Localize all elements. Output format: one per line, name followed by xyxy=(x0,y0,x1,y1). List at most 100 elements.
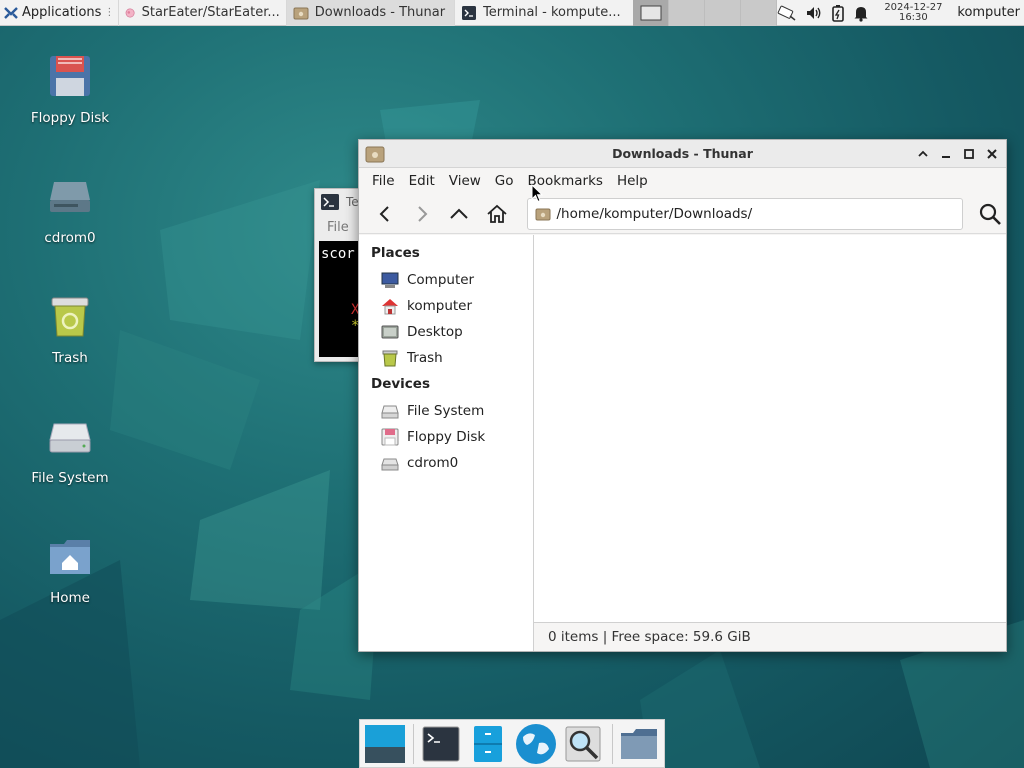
task-thunar[interactable]: Downloads - Thunar xyxy=(285,0,455,26)
folder-icon xyxy=(535,208,550,220)
user-menu[interactable]: komputer xyxy=(957,5,1020,20)
clock[interactable]: 2024-12-27 16:30 xyxy=(877,2,949,23)
status-bar: 0 items | Free space: 59.6 GiB xyxy=(534,622,1006,651)
forward-button[interactable] xyxy=(408,200,435,228)
sidebar-item-label: Trash xyxy=(407,350,443,366)
sidebar-item-trash[interactable]: Trash xyxy=(359,345,533,371)
sidebar-item-label: cdrom0 xyxy=(407,455,459,471)
hard-drive-icon xyxy=(381,405,399,419)
search-icon xyxy=(980,203,1002,225)
back-button[interactable] xyxy=(371,200,398,228)
home-button[interactable] xyxy=(483,200,510,228)
notification-bell-icon[interactable] xyxy=(853,4,869,22)
arrow-left-icon xyxy=(379,205,389,222)
sidebar-item-label: Desktop xyxy=(407,324,463,340)
dock-file-manager-launcher[interactable] xyxy=(466,721,511,767)
desktop-icon xyxy=(381,325,399,339)
folder-icon xyxy=(293,7,309,19)
desktop-icon-trash[interactable]: Trash xyxy=(22,292,118,366)
toolbar: /home/komputer/Downloads/ xyxy=(359,194,1006,234)
workspace-2[interactable] xyxy=(669,0,706,26)
desktop-icon-floppy-disk[interactable]: Floppy Disk xyxy=(22,52,118,126)
sidebar-item-computer[interactable]: Computer xyxy=(359,267,533,293)
floppy-disk-icon xyxy=(381,428,399,446)
arrow-right-icon xyxy=(418,205,428,222)
sidebar-item-label: komputer xyxy=(407,298,473,314)
sidebar-item-label: Computer xyxy=(407,272,475,288)
window-shade-button[interactable] xyxy=(914,145,931,162)
hard-drive-icon xyxy=(49,423,91,453)
task-label: StarEater/StarEater... xyxy=(141,5,280,20)
volume-icon[interactable] xyxy=(805,5,823,21)
applications-label: Applications xyxy=(22,5,102,20)
side-pane: Places Computer komputer Desktop Trash D… xyxy=(359,235,534,651)
close-button[interactable] xyxy=(983,145,1000,162)
folder-icon xyxy=(365,146,385,162)
task-label: Terminal - kompute... xyxy=(483,5,621,20)
menu-view[interactable]: View xyxy=(442,173,488,189)
menu-file[interactable]: File xyxy=(365,173,402,189)
dock xyxy=(359,719,665,768)
show-desktop-icon xyxy=(364,724,405,763)
xfce-logo-icon xyxy=(4,6,18,19)
arrow-up-icon xyxy=(450,208,469,219)
mouse-cursor-icon xyxy=(531,184,543,203)
places-heading: Places xyxy=(371,245,420,261)
computer-icon xyxy=(381,272,399,288)
sidebar-item-cdrom0[interactable]: cdrom0 xyxy=(359,450,533,476)
minimize-button[interactable] xyxy=(937,145,954,162)
task-label: Downloads - Thunar xyxy=(314,5,446,20)
floppy-disk-icon xyxy=(50,56,90,96)
sidebar-item-file-system[interactable]: File System xyxy=(359,398,533,424)
desktop-icon-label: Home xyxy=(50,590,90,606)
browser-icon xyxy=(126,8,135,17)
dock-search-launcher[interactable] xyxy=(560,721,605,767)
terminal-icon xyxy=(321,194,339,210)
minimize-icon xyxy=(941,155,950,158)
terminal-title: Te xyxy=(346,195,359,209)
maximize-button[interactable] xyxy=(960,145,977,162)
file-view[interactable]: 0 items | Free space: 59.6 GiB xyxy=(534,235,1006,651)
desktop-icon-cdrom0[interactable]: cdrom0 xyxy=(22,172,118,246)
location-path: /home/komputer/Downloads/ xyxy=(556,205,753,222)
parent-folder-button[interactable] xyxy=(446,200,473,228)
web-browser-icon xyxy=(515,723,556,764)
task-browser[interactable]: StarEater/StarEater... xyxy=(118,0,285,26)
sidebar-item-label: File System xyxy=(407,403,485,419)
maximize-icon xyxy=(963,148,974,159)
menu-separator-icon: ⋮ xyxy=(104,7,115,18)
workspace-1[interactable] xyxy=(633,0,670,26)
task-terminal[interactable]: Terminal - kompute... xyxy=(454,0,627,26)
search-button[interactable] xyxy=(975,198,1006,230)
menu-edit[interactable]: Edit xyxy=(402,173,442,189)
home-folder-icon xyxy=(50,540,90,574)
file-cabinet-icon xyxy=(474,725,503,762)
home-icon xyxy=(382,299,398,315)
sidebar-item-floppy-disk[interactable]: Floppy Disk xyxy=(359,424,533,450)
menu-help[interactable]: Help xyxy=(610,173,655,189)
applications-menu-button[interactable]: Applications ⋮ xyxy=(0,0,118,26)
dock-folder-launcher[interactable] xyxy=(617,721,662,767)
top-panel: Applications ⋮ StarEater/StarEater... Do… xyxy=(0,0,1024,26)
workspace-3[interactable] xyxy=(705,0,742,26)
dock-web-browser-launcher[interactable] xyxy=(513,721,558,767)
desktop-icon-home[interactable]: Home xyxy=(22,532,118,606)
window-titlebar[interactable]: Downloads - Thunar xyxy=(359,140,1006,168)
sidebar-item-komputer[interactable]: komputer xyxy=(359,293,533,319)
thunar-window: Downloads - Thunar File Edit View Go Boo… xyxy=(358,139,1007,652)
dock-terminal-launcher[interactable] xyxy=(418,721,463,767)
network-icon[interactable] xyxy=(777,4,797,22)
menubar: File Edit View Go Bookmarks Help xyxy=(359,168,1006,194)
desktop-icon-file-system[interactable]: File System xyxy=(22,412,118,486)
battery-icon[interactable] xyxy=(831,4,845,22)
location-bar[interactable]: /home/komputer/Downloads/ xyxy=(526,197,963,230)
trash-icon xyxy=(382,350,398,367)
workspace-4[interactable] xyxy=(741,0,778,26)
terminal-icon xyxy=(462,5,477,20)
show-desktop-button[interactable] xyxy=(362,721,407,767)
trash-icon xyxy=(51,297,89,337)
menu-go[interactable]: Go xyxy=(488,173,521,189)
devices-heading: Devices xyxy=(371,376,430,392)
cdrom-drive-icon xyxy=(50,182,90,212)
sidebar-item-desktop[interactable]: Desktop xyxy=(359,319,533,345)
